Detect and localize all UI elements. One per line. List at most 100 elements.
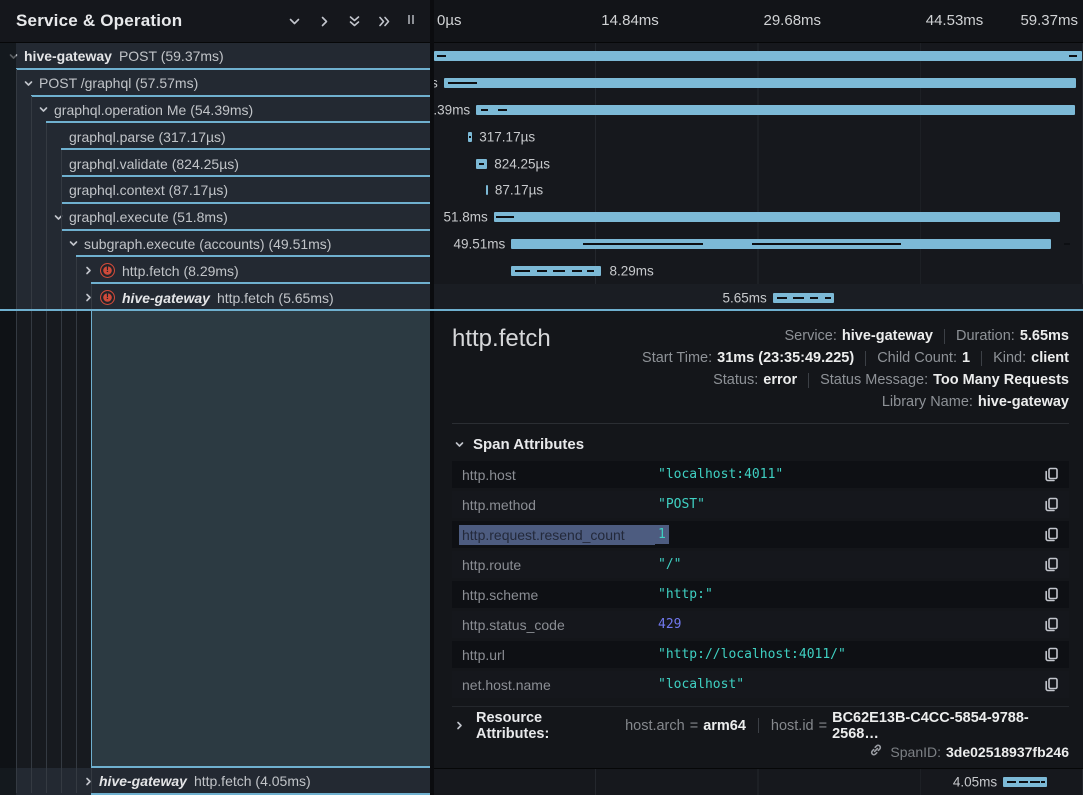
attr-value: "localhost" xyxy=(658,677,744,692)
resource-attr-value: arm64 xyxy=(703,718,746,734)
span-bar[interactable] xyxy=(486,185,488,195)
meta-label: Library Name: xyxy=(882,394,973,410)
duration-label: 4.05ms xyxy=(953,775,997,790)
axis-tick: 0µs xyxy=(437,12,462,29)
attr-row[interactable]: net.host.name "localhost" xyxy=(452,671,1069,698)
resource-attr-key: host.id xyxy=(771,718,814,734)
tree-row-http-fetch-3[interactable]: hive-gateway http.fetch (4.05ms) xyxy=(0,768,430,795)
attr-value: "/" xyxy=(658,557,681,572)
child-span-mark xyxy=(1019,781,1028,783)
resource-attributes-row[interactable]: Resource Attributes: host.arch = arm64 h… xyxy=(452,706,1069,738)
timeline-row: 54.39ms xyxy=(434,97,1083,124)
timeline-row: 824.25µs xyxy=(434,150,1083,177)
span-bar[interactable] xyxy=(444,78,1076,88)
child-span-mark xyxy=(481,109,487,111)
panel-resize-handle[interactable] xyxy=(408,15,414,24)
span-bar[interactable] xyxy=(494,212,1061,222)
duration-label: 87.17µs xyxy=(495,183,543,198)
span-bar[interactable] xyxy=(476,105,1074,115)
timeline-row: 87.17µs xyxy=(434,177,1083,204)
copy-icon[interactable] xyxy=(1043,527,1059,543)
collapse-all-icon[interactable] xyxy=(346,13,362,29)
timeline-row: 57.57ms xyxy=(434,70,1083,97)
timeline-row: 317.17µs xyxy=(434,123,1083,150)
tree-row-subgraph-execute[interactable]: subgraph.execute (accounts) (49.51ms) xyxy=(0,231,430,258)
timeline-row: 49.51ms xyxy=(434,231,1083,258)
meta-value-status: error xyxy=(763,372,797,388)
span-tree-panel: Service & Operation hive-gateway POST (5… xyxy=(0,0,430,795)
attr-row[interactable]: http.url "http://localhost:4011/" xyxy=(452,641,1069,668)
tree-row-hive-gateway-post[interactable]: hive-gateway POST (59.37ms) xyxy=(0,43,430,70)
child-span-mark xyxy=(437,55,446,57)
chevron-right-icon[interactable] xyxy=(81,774,96,789)
chevron-down-icon[interactable] xyxy=(51,210,66,225)
tree-row-post-graphql[interactable]: POST /graphql (57.57ms) xyxy=(0,70,430,97)
child-span-mark xyxy=(498,109,508,111)
trace-viewer: Service & Operation hive-gateway POST (5… xyxy=(0,0,1083,795)
chevron-down-icon[interactable] xyxy=(66,236,81,251)
meta-label: Child Count: xyxy=(877,350,957,366)
child-span-mark xyxy=(1069,55,1077,57)
copy-icon[interactable] xyxy=(1043,497,1059,513)
copy-icon[interactable] xyxy=(1043,617,1059,633)
duration-label: 54.39ms xyxy=(434,102,470,117)
selected-span-expansion-border xyxy=(91,766,430,768)
chevron-down-icon[interactable] xyxy=(21,76,36,91)
span-id-row: SpanID: 3de02518937fb246 xyxy=(869,743,1069,760)
meta-value-status-message: Too Many Requests xyxy=(933,372,1069,388)
meta-label: Start Time: xyxy=(642,350,712,366)
timeline-rows: 57.57ms 54.39ms 317.17µs 824.25µs xyxy=(434,43,1083,311)
child-span-mark xyxy=(572,270,582,272)
expand-all-icon[interactable] xyxy=(376,13,392,29)
copy-icon[interactable] xyxy=(1043,677,1059,693)
span-label: POST (59.37ms) xyxy=(119,48,224,64)
span-attributes-toggle[interactable]: Span Attributes xyxy=(452,436,584,453)
copy-icon[interactable] xyxy=(1043,467,1059,483)
attr-row[interactable]: http.method "POST" xyxy=(452,491,1069,518)
chevron-right-icon[interactable] xyxy=(81,263,96,278)
child-span-mark xyxy=(1064,243,1070,245)
indent-guide xyxy=(61,150,62,793)
tree-row-graphql-operation[interactable]: graphql.operation Me (54.39ms) xyxy=(0,97,430,124)
span-label: http.fetch (4.05ms) xyxy=(194,773,311,789)
attr-row[interactable]: http.scheme "http:" xyxy=(452,581,1069,608)
tree-row-http-fetch-1[interactable]: ! http.fetch (8.29ms) xyxy=(0,257,430,284)
axis-tick: 59.37ms xyxy=(1020,12,1078,29)
tree-row-http-fetch-2-selected[interactable]: ! hive-gateway http.fetch (5.65ms) xyxy=(0,284,430,311)
duration-label: 317.17µs xyxy=(479,129,535,144)
attr-row-selected[interactable]: http.request.resend_count 1 xyxy=(452,521,1069,548)
selected-span-expansion xyxy=(91,311,430,766)
copy-icon[interactable] xyxy=(1043,647,1059,663)
tree-row-graphql-parse[interactable]: graphql.parse (317.17µs) xyxy=(0,123,430,150)
span-label: http.fetch (5.65ms) xyxy=(217,290,334,306)
chevron-right-icon[interactable] xyxy=(81,290,96,305)
attr-row[interactable]: http.status_code 429 xyxy=(452,611,1069,638)
link-icon[interactable] xyxy=(869,743,883,760)
resource-attr-key: host.arch xyxy=(625,718,685,734)
copy-icon[interactable] xyxy=(1043,557,1059,573)
attr-key: http.status_code xyxy=(462,617,658,633)
panel-divider[interactable] xyxy=(430,0,434,795)
chevron-down-icon[interactable] xyxy=(36,102,51,117)
axis-tick: 14.84ms xyxy=(601,12,659,29)
child-span-mark xyxy=(553,270,565,272)
child-span-mark xyxy=(1030,781,1039,783)
span-tree: hive-gateway POST (59.37ms) POST /graphq… xyxy=(0,43,430,795)
span-attributes-table: http.host "localhost:4011" http.method "… xyxy=(452,461,1069,701)
span-bar[interactable] xyxy=(434,51,1082,61)
attr-row[interactable]: http.route "/" xyxy=(452,551,1069,578)
child-span-mark xyxy=(1007,781,1016,783)
detail-separator xyxy=(452,423,1069,424)
child-span-mark xyxy=(469,136,471,138)
chevron-right-icon[interactable] xyxy=(316,13,332,29)
meta-divider xyxy=(865,351,866,366)
attr-key: http.url xyxy=(462,647,658,663)
axis-tick: 29.68ms xyxy=(764,12,822,29)
tree-row-graphql-execute[interactable]: graphql.execute (51.8ms) xyxy=(0,204,430,231)
chevron-down-icon[interactable] xyxy=(286,13,302,29)
span-label: subgraph.execute (accounts) (49.51ms) xyxy=(84,236,331,252)
tree-row-graphql-validate[interactable]: graphql.validate (824.25µs) xyxy=(0,150,430,177)
tree-row-graphql-context[interactable]: graphql.context (87.17µs) xyxy=(0,177,430,204)
copy-icon[interactable] xyxy=(1043,587,1059,603)
attr-row[interactable]: http.host "localhost:4011" xyxy=(452,461,1069,488)
